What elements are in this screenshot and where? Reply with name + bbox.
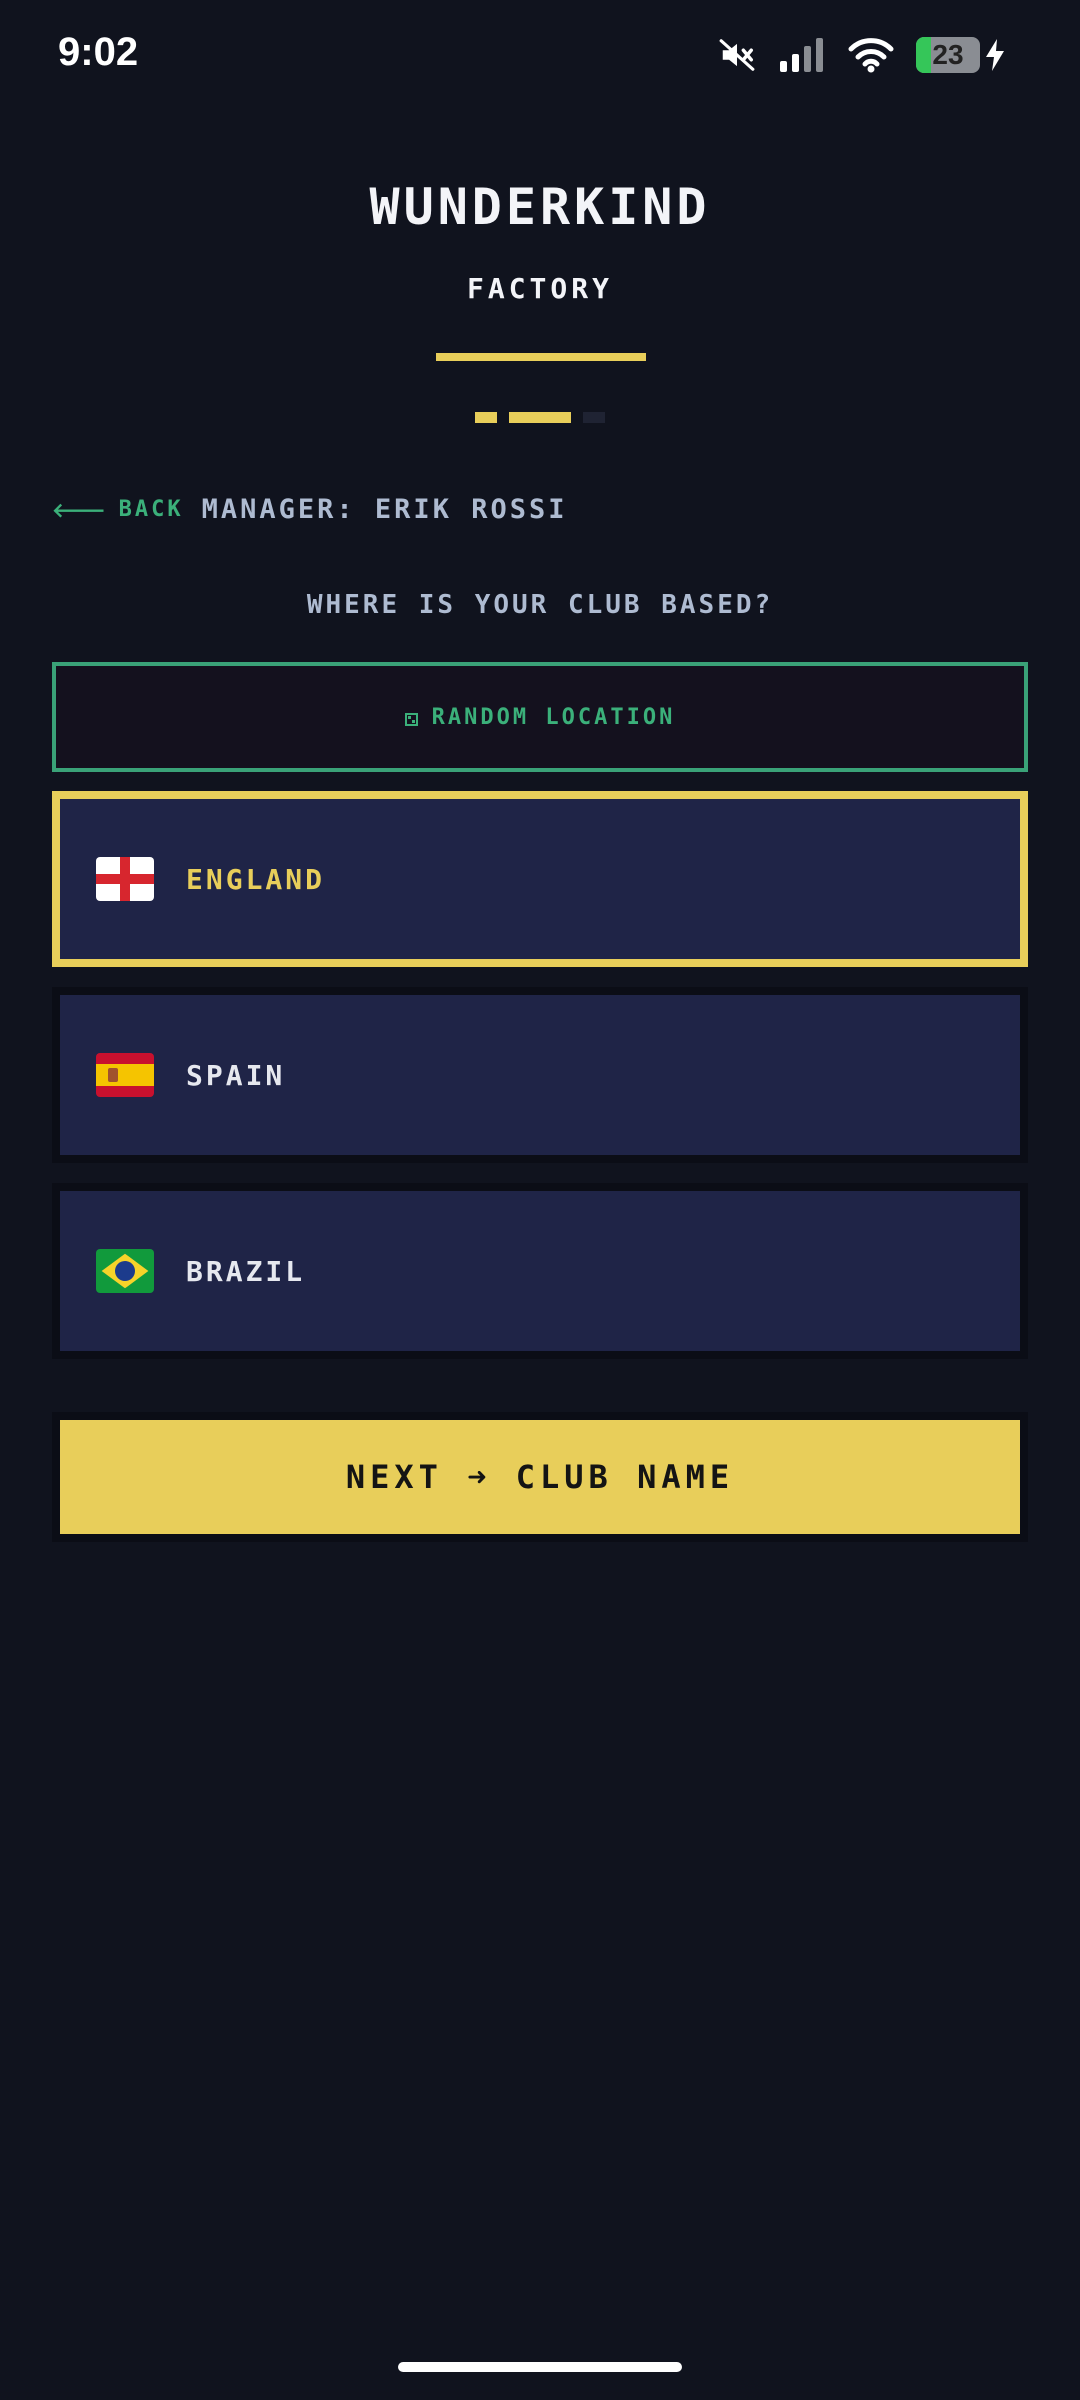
battery-text: 23 bbox=[932, 39, 964, 70]
app-title: WUNDERKIND bbox=[369, 178, 711, 236]
country-label: SPAIN bbox=[186, 1058, 286, 1092]
home-indicator[interactable] bbox=[398, 2362, 682, 2372]
app-subtitle: FACTORY bbox=[466, 272, 613, 305]
brazil-flag-icon bbox=[96, 1249, 154, 1293]
nav-row: 🡐 BACK MANAGER: ERIK ROSSI bbox=[52, 494, 567, 525]
status-bar: 9:02 23 bbox=[0, 0, 1080, 120]
spain-flag-icon bbox=[96, 1053, 154, 1097]
step-2 bbox=[509, 412, 571, 423]
step-indicator bbox=[0, 412, 1080, 423]
battery-indicator: 23 bbox=[916, 37, 1006, 73]
status-time: 9:02 bbox=[58, 30, 139, 74]
england-flag-icon bbox=[96, 857, 154, 901]
country-option-brazil[interactable]: BRAZIL bbox=[52, 1183, 1028, 1359]
wifi-icon bbox=[848, 38, 894, 73]
random-location-button[interactable]: RANDOM LOCATION bbox=[52, 662, 1028, 772]
manager-label: MANAGER: ERIK ROSSI bbox=[201, 494, 568, 525]
country-option-england[interactable]: ENGLAND bbox=[52, 791, 1028, 967]
title-underline bbox=[436, 353, 646, 361]
random-location-label: RANDOM LOCATION bbox=[431, 704, 676, 730]
question-heading: WHERE IS YOUR CLUB BASED? bbox=[306, 590, 774, 620]
step-1 bbox=[475, 412, 497, 423]
status-icons: 23 bbox=[718, 36, 1006, 74]
country-option-spain[interactable]: SPAIN bbox=[52, 987, 1028, 1163]
back-arrow-icon: 🡐 bbox=[52, 497, 109, 522]
mute-icon bbox=[719, 39, 755, 71]
dice-icon bbox=[404, 712, 418, 726]
country-label: BRAZIL bbox=[186, 1254, 306, 1288]
charging-icon bbox=[986, 39, 1004, 71]
next-button[interactable]: NEXT ➜ CLUB NAME bbox=[52, 1412, 1028, 1542]
country-label: ENGLAND bbox=[186, 862, 326, 896]
signal-icon bbox=[780, 38, 823, 72]
battery-icon: 23 bbox=[916, 37, 980, 73]
back-label: BACK bbox=[118, 497, 184, 522]
step-3 bbox=[583, 412, 605, 423]
back-button[interactable]: 🡐 BACK bbox=[52, 497, 184, 522]
